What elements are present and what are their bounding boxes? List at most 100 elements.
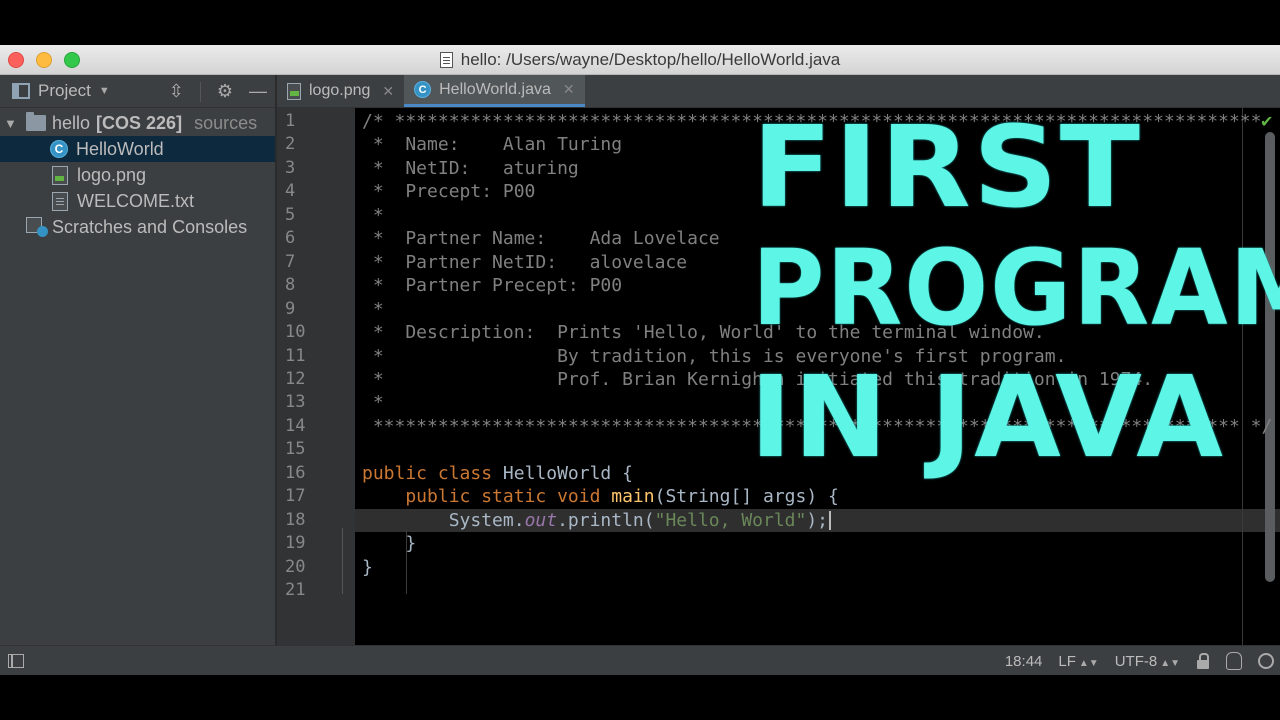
code-token: *	[362, 392, 384, 414]
tree-item-hello-module[interactable]: ▼ hello [COS 226] sources	[0, 110, 275, 136]
code-line: }	[362, 556, 373, 579]
line-number: 10	[285, 322, 306, 343]
line-number: 5	[285, 204, 296, 225]
code-line: }	[362, 532, 416, 555]
line-number: 19	[285, 533, 306, 554]
code-token: System.	[362, 509, 525, 531]
gear-icon[interactable]: ⚙	[217, 81, 233, 102]
code-line: ****************************************…	[362, 415, 1272, 438]
tree-item-welcome-txt[interactable]: WELCOME.txt	[0, 188, 275, 214]
expand-arrow-icon[interactable]: ▼	[4, 116, 17, 131]
code-editor[interactable]: ✔ /* ***********************************…	[355, 108, 1280, 645]
code-token: * Partner Name: Ada Lovelace	[362, 228, 720, 250]
code-line: * By tradition, this is everyone's first…	[362, 345, 1067, 368]
hide-panel-icon[interactable]: —	[249, 81, 267, 102]
project-view-icon	[12, 83, 30, 99]
code-line: * Name: Alan Turing	[362, 133, 622, 156]
code-token: * Description: Prints 'Hello, World' to …	[362, 322, 1045, 344]
code-token: * By tradition, this is everyone's first…	[362, 345, 1067, 367]
line-number: 3	[285, 157, 296, 178]
editor-gutter[interactable]: 1 2 3 4 5 6 7 8 9 10 11 12 13 14 15 16 17 18 19 20 21	[277, 108, 355, 645]
editor-vertical-scrollbar[interactable]	[1265, 132, 1275, 582]
tab-logo-png[interactable]: logo.png ✕	[277, 75, 404, 107]
tab-helloworld-java[interactable]: C HelloWorld.java ✕	[404, 75, 585, 107]
image-file-icon	[52, 165, 68, 185]
tree-item-logo-png[interactable]: logo.png	[0, 162, 275, 188]
tree-item-label: HelloWorld	[76, 138, 164, 159]
line-number: 1	[285, 111, 296, 131]
check-icon: ✔	[1260, 114, 1274, 131]
project-tree: ▼ hello [COS 226] sources C HelloWorld l…	[0, 108, 275, 240]
window-title: hello: /Users/wayne/Desktop/hello/HelloW…	[460, 50, 841, 69]
code-token: }	[362, 556, 373, 578]
line-number: 13	[285, 392, 306, 413]
line-number: 15	[285, 439, 306, 460]
line-number: 14	[285, 415, 306, 436]
ide-window: hello: /Users/wayne/Desktop/hello/HelloW…	[0, 45, 1280, 675]
window-title-area: hello: /Users/wayne/Desktop/hello/HelloW…	[0, 45, 1280, 75]
module-name: hello	[52, 112, 91, 133]
line-number: 18	[285, 509, 306, 530]
image-file-icon	[287, 82, 301, 100]
text-file-icon	[52, 191, 68, 211]
project-view-selector[interactable]: Project	[38, 81, 91, 101]
code-token: * Partner Precept: P00	[362, 275, 623, 297]
java-class-icon: C	[414, 81, 432, 98]
code-line: * Partner Precept: P00	[362, 274, 622, 297]
code-line: * Precept: P00	[362, 180, 536, 203]
text-caret	[829, 511, 832, 531]
title-bar: hello: /Users/wayne/Desktop/hello/HelloW…	[0, 45, 1280, 75]
code-token: ****************************************…	[362, 415, 1273, 437]
line-separator-widget[interactable]: LF ▲▼	[1058, 653, 1098, 670]
code-line: * Partner NetID: alovelace	[362, 251, 687, 274]
code-token: "Hello, World"	[654, 509, 807, 531]
code-line: * Partner Name: Ada Lovelace	[362, 227, 720, 250]
code-token: /* *************************************…	[362, 111, 1262, 132]
code-token: *	[362, 298, 384, 320]
code-token: * Prof. Brian Kernighan initiated this t…	[362, 368, 1154, 390]
tree-item-scratches[interactable]: Scratches and Consoles	[0, 214, 275, 240]
fold-indicator[interactable]	[342, 528, 343, 594]
status-bar-widgets: 18:44 LF ▲▼ UTF-8 ▲▼	[1005, 646, 1274, 675]
encoding-label: UTF-8	[1114, 652, 1158, 670]
line-number: 20	[285, 556, 306, 577]
line-number: 4	[285, 181, 296, 202]
line-number: 8	[285, 275, 296, 296]
line-separator-label: LF	[1058, 652, 1076, 670]
document-icon	[439, 52, 453, 68]
collapse-all-icon[interactable]: ⇳	[169, 81, 184, 102]
encoding-widget[interactable]: UTF-8 ▲▼	[1115, 653, 1180, 670]
line-number: 12	[285, 368, 306, 389]
code-line: /* *************************************…	[362, 110, 1261, 133]
code-line: * NetID: aturing	[362, 157, 579, 180]
line-number: 11	[285, 345, 306, 366]
code-token: * Name: Alan Turing	[362, 134, 623, 156]
close-icon[interactable]: ✕	[563, 81, 575, 98]
event-log-icon[interactable]	[1258, 653, 1274, 669]
code-line: public class HelloWorld {	[362, 462, 633, 485]
code-token: main	[611, 486, 655, 508]
lock-icon[interactable]	[1196, 653, 1210, 669]
code-token: * Partner NetID: alovelace	[362, 251, 688, 273]
close-icon[interactable]: ✕	[382, 83, 394, 100]
java-class-icon: C	[50, 140, 68, 158]
folder-icon	[26, 112, 46, 131]
tab-label: logo.png	[309, 82, 371, 99]
project-panel-tools: ⇳ ⚙ —	[169, 75, 267, 108]
chevron-down-icon[interactable]: ▼	[99, 85, 110, 97]
line-number: 7	[285, 251, 296, 272]
code-token: public static void	[362, 486, 612, 508]
module-badge: [COS 226]	[96, 112, 183, 133]
toolbar-divider	[199, 81, 201, 102]
code-line: public static void main(String[] args) {	[362, 485, 839, 508]
tree-item-helloworld[interactable]: C HelloWorld	[0, 136, 275, 162]
code-line: *	[362, 204, 384, 227]
tree-item-label: Scratches and Consoles	[52, 216, 248, 237]
tool-windows-toggle-icon[interactable]	[8, 653, 24, 668]
code-line: * Prof. Brian Kernighan initiated this t…	[362, 368, 1153, 391]
line-number: 17	[285, 486, 306, 507]
caret-position[interactable]: 18:44	[1005, 653, 1043, 670]
editor-tabs: logo.png ✕ C HelloWorld.java ✕	[277, 75, 1280, 108]
inspector-icon[interactable]	[1226, 652, 1242, 670]
code-token: (String[] args) {	[654, 486, 839, 508]
